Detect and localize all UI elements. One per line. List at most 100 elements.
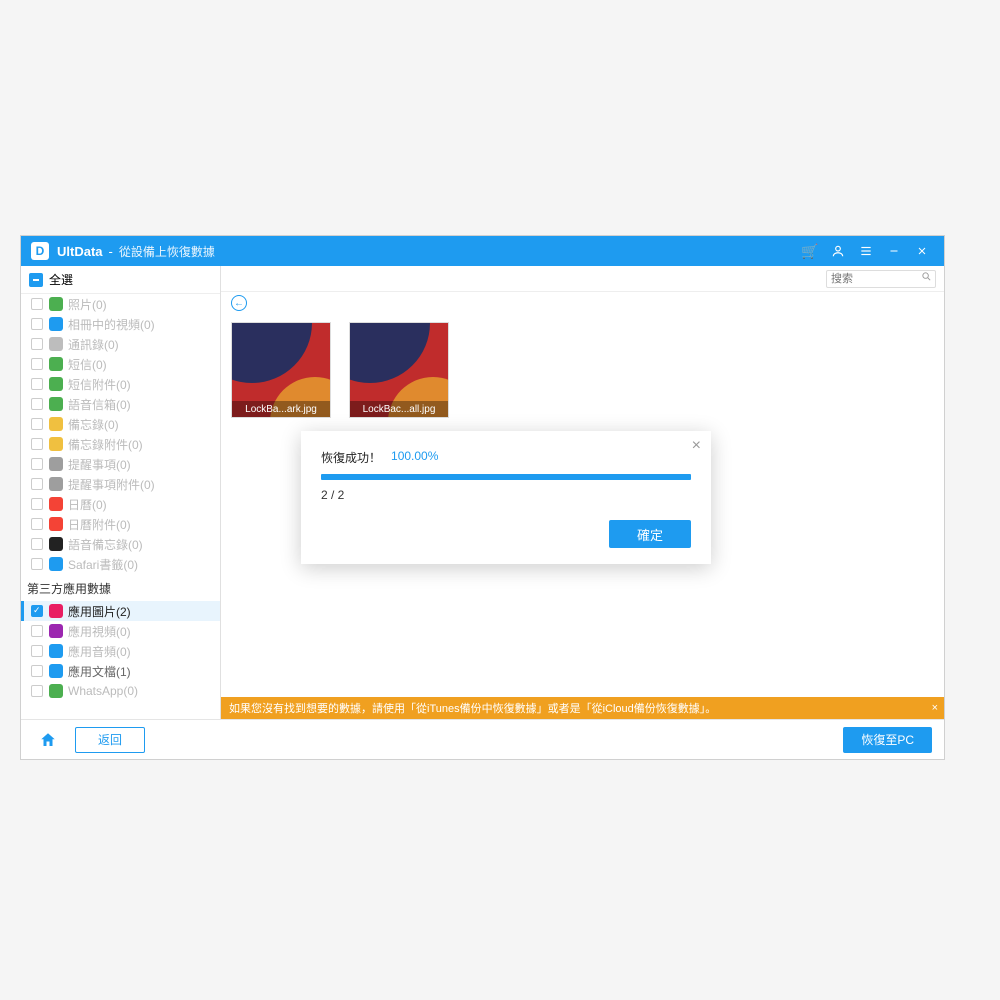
sidebar-item[interactable]: 備忘錄附件(0)	[21, 434, 220, 454]
sidebar-item[interactable]: 備忘錄(0)	[21, 414, 220, 434]
back-button[interactable]: 返回	[75, 727, 145, 753]
sidebar-item-label: WhatsApp(0)	[68, 684, 138, 698]
sidebar-item[interactable]: 照片(0)	[21, 294, 220, 314]
checkbox-icon[interactable]	[31, 298, 43, 310]
sidebar-item[interactable]: 語音備忘錄(0)	[21, 534, 220, 554]
search-icon[interactable]	[921, 271, 932, 285]
category-icon	[49, 557, 63, 571]
category-icon	[49, 477, 63, 491]
category-icon	[49, 537, 63, 551]
banner-text: 如果您沒有找到想要的數據，請使用「從iTunes備份中恢復數據」或者是「從iCl…	[229, 700, 716, 716]
cart-icon[interactable]: 🛒	[798, 239, 822, 263]
modal-ok-button[interactable]: 確定	[609, 520, 691, 548]
category-icon	[49, 417, 63, 431]
category-icon	[49, 684, 63, 698]
modal-percent: 100.00%	[391, 449, 438, 466]
sidebar-item[interactable]: 應用文檔(1)	[21, 661, 220, 681]
footer: 返回 恢復至PC	[21, 719, 944, 759]
banner-close-icon[interactable]: ×	[932, 702, 938, 714]
modal-close-icon[interactable]: ×	[692, 437, 701, 455]
thumbnail-caption: LockBac...all.jpg	[350, 401, 448, 417]
sidebar-item-label: 語音備忘錄(0)	[68, 536, 143, 553]
thumbnail-caption: LockBa...ark.jpg	[232, 401, 330, 417]
sidebar-item[interactable]: 通訊錄(0)	[21, 334, 220, 354]
app-logo-icon: D	[31, 242, 49, 260]
sidebar-item-label: 日曆附件(0)	[68, 516, 131, 533]
sidebar-item[interactable]: WhatsApp(0)	[21, 681, 220, 701]
checkbox-icon[interactable]	[31, 458, 43, 470]
category-icon	[49, 644, 63, 658]
sidebar-item[interactable]: 相冊中的視頻(0)	[21, 314, 220, 334]
back-arrow-icon[interactable]: ←	[231, 295, 247, 311]
sidebar-item[interactable]: 提醒事項(0)	[21, 454, 220, 474]
checkbox-icon[interactable]	[31, 625, 43, 637]
sidebar-tree: 照片(0) 相冊中的視頻(0) 通訊錄(0) 短信(0) 短信附件(0) 語音信箱(0) 備…	[21, 294, 220, 719]
category-icon	[49, 377, 63, 391]
title-separator: -	[109, 244, 113, 259]
category-icon	[49, 437, 63, 451]
checkbox-icon[interactable]	[31, 378, 43, 390]
close-icon[interactable]	[910, 239, 934, 263]
titlebar: D UltData - 從設備上恢復數據 🛒	[21, 236, 944, 266]
checkbox-icon[interactable]	[31, 398, 43, 410]
checkbox-icon[interactable]	[31, 665, 43, 677]
sidebar-item[interactable]: 應用視頻(0)	[21, 621, 220, 641]
sidebar-item-label: 語音信箱(0)	[68, 396, 131, 413]
category-icon	[49, 604, 63, 618]
checkbox-icon[interactable]	[31, 438, 43, 450]
sidebar-item-label: 通訊錄(0)	[68, 336, 119, 353]
sidebar-item-label: 備忘錄(0)	[68, 416, 119, 433]
checkbox-icon[interactable]	[31, 418, 43, 430]
modal-status-label: 恢復成功！	[321, 449, 381, 466]
select-all-label: 全選	[49, 271, 73, 288]
sidebar-item[interactable]: 短信(0)	[21, 354, 220, 374]
checkbox-icon[interactable]	[31, 685, 43, 697]
app-name: UltData	[57, 244, 103, 259]
sidebar-item-label: 相冊中的視頻(0)	[68, 316, 155, 333]
checkbox-icon[interactable]	[31, 605, 43, 617]
checkbox-icon[interactable]	[31, 518, 43, 530]
sidebar-item-label: 備忘錄附件(0)	[68, 436, 143, 453]
sidebar-item[interactable]: Safari書籤(0)	[21, 554, 220, 574]
category-icon	[49, 664, 63, 678]
checkbox-icon[interactable]	[31, 558, 43, 570]
sidebar-item-label: 提醒事項附件(0)	[68, 476, 155, 493]
checkbox-icon[interactable]	[31, 498, 43, 510]
modal-count: 2 / 2	[321, 488, 691, 502]
checkbox-icon[interactable]	[31, 358, 43, 370]
category-icon	[49, 357, 63, 371]
checkbox-icon[interactable]	[31, 538, 43, 550]
sidebar-item-label: 短信附件(0)	[68, 376, 131, 393]
sidebar-item[interactable]: 提醒事項附件(0)	[21, 474, 220, 494]
sidebar-item[interactable]: 日曆(0)	[21, 494, 220, 514]
category-icon	[49, 337, 63, 351]
minimize-icon[interactable]	[882, 239, 906, 263]
sidebar-item-label: 應用音頻(0)	[68, 643, 131, 660]
sidebar-item[interactable]: 應用音頻(0)	[21, 641, 220, 661]
recover-to-pc-button[interactable]: 恢復至PC	[843, 727, 932, 753]
select-all-row[interactable]: 全選	[21, 266, 220, 294]
sidebar-item-label: 日曆(0)	[68, 496, 107, 513]
checkbox-icon[interactable]	[31, 338, 43, 350]
sidebar-item-label: 照片(0)	[68, 296, 107, 313]
thumbnail[interactable]: ✓LockBa...ark.jpg	[231, 322, 331, 418]
sidebar-item[interactable]: 應用圖片(2)	[21, 601, 220, 621]
sidebar-item[interactable]: 語音信箱(0)	[21, 394, 220, 414]
sidebar-item-label: Safari書籤(0)	[68, 556, 138, 573]
sidebar-item-label: 短信(0)	[68, 356, 107, 373]
search-input[interactable]	[826, 270, 936, 288]
sidebar-item[interactable]: 短信附件(0)	[21, 374, 220, 394]
thumbnail[interactable]: ✓LockBac...all.jpg	[349, 322, 449, 418]
checkbox-icon[interactable]	[31, 645, 43, 657]
select-all-checkbox-icon[interactable]	[29, 273, 43, 287]
sidebar-item-label: 提醒事項(0)	[68, 456, 131, 473]
checkbox-icon[interactable]	[31, 318, 43, 330]
menu-icon[interactable]	[854, 239, 878, 263]
checkbox-icon[interactable]	[31, 478, 43, 490]
category-icon	[49, 457, 63, 471]
home-icon[interactable]	[33, 727, 63, 753]
sidebar-item[interactable]: 日曆附件(0)	[21, 514, 220, 534]
sidebar-item-label: 應用文檔(1)	[68, 663, 131, 680]
user-icon[interactable]	[826, 239, 850, 263]
category-icon	[49, 317, 63, 331]
